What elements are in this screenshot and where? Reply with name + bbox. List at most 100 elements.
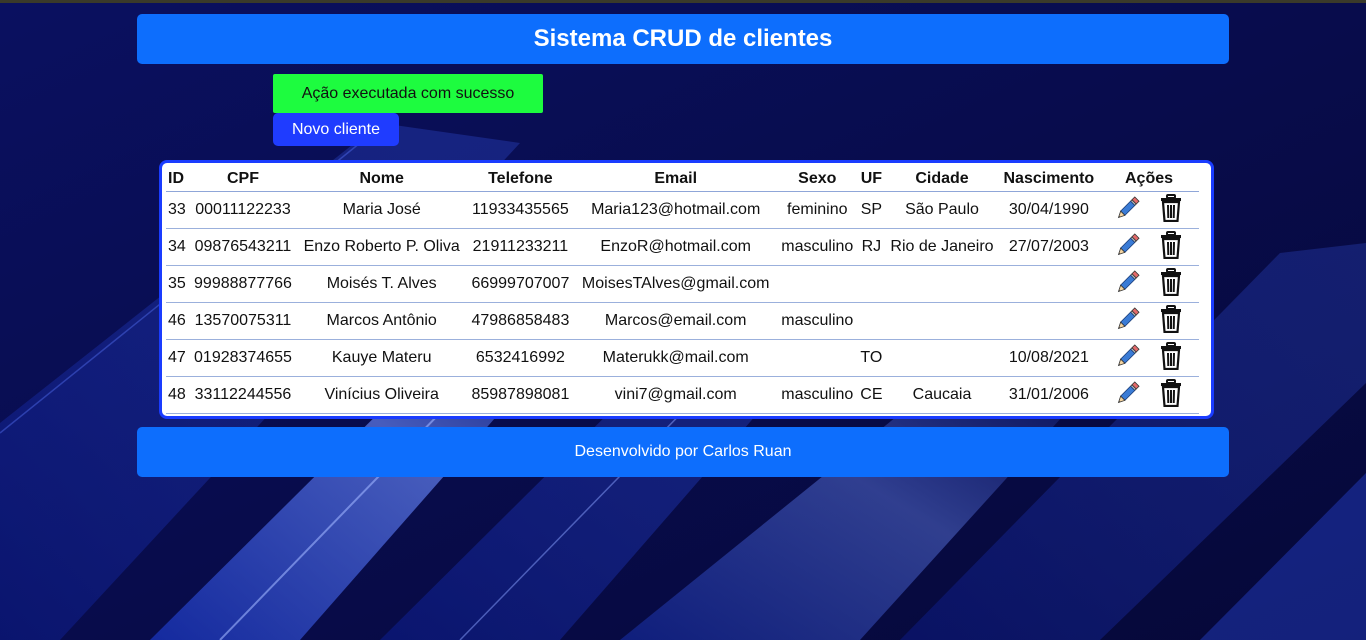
cell-nascimento: 31/01/2006	[998, 376, 1099, 414]
cell-uf	[857, 302, 886, 340]
trash-icon	[1161, 193, 1182, 222]
cell-email: vini7@gmail.com	[574, 376, 778, 414]
trash-icon	[1161, 378, 1182, 407]
delete-button[interactable]	[1151, 304, 1191, 333]
column-header-email: Email	[574, 167, 778, 192]
pencil-icon	[1117, 195, 1140, 218]
cell-uf: SP	[857, 191, 886, 229]
column-header-cidade: Cidade	[885, 167, 999, 192]
edit-button[interactable]	[1107, 269, 1147, 296]
pencil-icon	[1117, 269, 1140, 292]
column-header-sexo: Sexo	[777, 167, 858, 192]
new-client-button[interactable]: Novo cliente	[273, 113, 399, 146]
cell-cpf: 09876543211	[189, 228, 297, 266]
trash-icon	[1161, 341, 1182, 370]
cell-nascimento	[998, 265, 1099, 303]
delete-button[interactable]	[1151, 267, 1191, 296]
cell-uf: CE	[857, 376, 886, 414]
pencil-icon	[1117, 306, 1140, 329]
column-header-uf: UF	[857, 167, 886, 192]
table-header-row: ID CPF Nome Telefone Email Sexo UF Cidad…	[166, 167, 1199, 192]
cell-nome: Vinícius Oliveira	[296, 376, 467, 414]
cell-cidade: Caucaia	[885, 376, 999, 414]
edit-button[interactable]	[1107, 232, 1147, 259]
column-header-nome: Nome	[296, 167, 467, 192]
trash-icon	[1161, 230, 1182, 259]
column-header-id: ID	[166, 167, 190, 192]
clients-table-container: ID CPF Nome Telefone Email Sexo UF Cidad…	[159, 160, 1214, 419]
cell-id: 48	[166, 376, 190, 414]
cell-nome: Kauye Materu	[296, 339, 467, 377]
cell-cidade: Rio de Janeiro	[885, 228, 999, 266]
cell-email: Maria123@hotmail.com	[574, 191, 778, 229]
cell-sexo	[777, 339, 858, 377]
cell-email: Materukk@mail.com	[574, 339, 778, 377]
cell-sexo: feminino	[777, 191, 858, 229]
cell-id: 33	[166, 191, 190, 229]
cell-cidade	[885, 302, 999, 340]
pencil-icon	[1117, 232, 1140, 255]
column-header-cpf: CPF	[189, 167, 297, 192]
cell-cpf: 00011122233	[189, 191, 297, 229]
page-header: Sistema CRUD de clientes	[137, 14, 1229, 64]
clients-table: ID CPF Nome Telefone Email Sexo UF Cidad…	[166, 167, 1199, 414]
cell-uf: TO	[857, 339, 886, 377]
success-alert: Ação executada com sucesso	[273, 74, 543, 113]
trash-icon	[1161, 304, 1182, 333]
cell-nome: Moisés T. Alves	[296, 265, 467, 303]
cell-cpf: 99988877766	[189, 265, 297, 303]
cell-telefone: 11933435565	[466, 191, 575, 229]
delete-button[interactable]	[1151, 193, 1191, 222]
cell-id: 34	[166, 228, 190, 266]
cell-nascimento: 27/07/2003	[998, 228, 1099, 266]
cell-acoes	[1099, 339, 1199, 377]
cell-sexo: masculino	[777, 302, 858, 340]
cell-cidade	[885, 265, 999, 303]
table-row: 34 09876543211 Enzo Roberto P. Oliva 219…	[166, 228, 1199, 266]
edit-button[interactable]	[1107, 195, 1147, 222]
cell-nome: Marcos Antônio	[296, 302, 467, 340]
edit-button[interactable]	[1107, 380, 1147, 407]
footer-credit: Desenvolvido por Carlos Ruan	[574, 443, 792, 460]
cell-telefone: 21911233211	[466, 228, 575, 266]
cell-email: MoisesTAlves@gmail.com	[574, 265, 778, 303]
edit-button[interactable]	[1107, 306, 1147, 333]
cell-cidade: São Paulo	[885, 191, 999, 229]
page-footer: Desenvolvido por Carlos Ruan	[137, 427, 1229, 477]
cell-acoes	[1099, 376, 1199, 414]
cell-acoes	[1099, 265, 1199, 303]
edit-button[interactable]	[1107, 343, 1147, 370]
cell-email: EnzoR@hotmail.com	[574, 228, 778, 266]
cell-id: 46	[166, 302, 190, 340]
trash-icon	[1161, 267, 1182, 296]
cell-cpf: 01928374655	[189, 339, 297, 377]
pencil-icon	[1117, 343, 1140, 366]
cell-telefone: 85987898081	[466, 376, 575, 414]
cell-cpf: 13570075311	[189, 302, 297, 340]
table-row: 46 13570075311 Marcos Antônio 4798685848…	[166, 302, 1199, 340]
cell-id: 47	[166, 339, 190, 377]
table-row: 35 99988877766 Moisés T. Alves 669997070…	[166, 265, 1199, 303]
cell-sexo: masculino	[777, 228, 858, 266]
cell-nome: Enzo Roberto P. Oliva	[296, 228, 467, 266]
cell-acoes	[1099, 302, 1199, 340]
delete-button[interactable]	[1151, 230, 1191, 259]
cell-id: 35	[166, 265, 190, 303]
column-header-acoes: Ações	[1099, 167, 1199, 192]
cell-nascimento: 10/08/2021	[998, 339, 1099, 377]
cell-uf	[857, 265, 886, 303]
cell-telefone: 66999707007	[466, 265, 575, 303]
cell-sexo: masculino	[777, 376, 858, 414]
cell-nascimento: 30/04/1990	[998, 191, 1099, 229]
pencil-icon	[1117, 380, 1140, 403]
page-title: Sistema CRUD de clientes	[533, 25, 833, 52]
cell-cidade	[885, 339, 999, 377]
table-row: 47 01928374655 Kauye Materu 6532416992 M…	[166, 339, 1199, 377]
table-row: 33 00011122233 Maria José 11933435565 Ma…	[166, 191, 1199, 229]
cell-acoes	[1099, 228, 1199, 266]
delete-button[interactable]	[1151, 378, 1191, 407]
cell-cpf: 33112244556	[189, 376, 297, 414]
delete-button[interactable]	[1151, 341, 1191, 370]
cell-nascimento	[998, 302, 1099, 340]
cell-uf: RJ	[857, 228, 886, 266]
